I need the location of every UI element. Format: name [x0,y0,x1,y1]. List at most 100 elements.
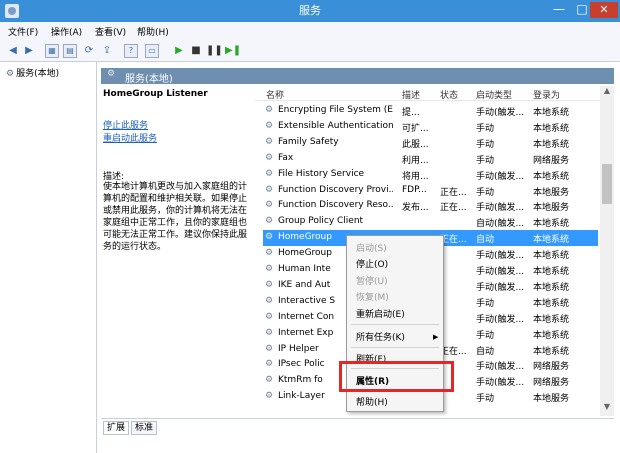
vertical-scrollbar[interactable]: ▲ ▼ [600,86,614,416]
menu-item-pause[interactable]: 暂停(U) [356,274,388,287]
scroll-up-icon[interactable]: ▲ [600,86,614,100]
service-startup-cell: 手动 [476,155,495,166]
gear-icon: ⚙ [265,311,274,322]
service-startup-cell: 手动(触发... [476,251,525,262]
back-arrow-icon[interactable]: ◀ [6,44,20,58]
tab-extended[interactable]: 扩展 [103,421,130,435]
service-startup-cell: 自动 [476,235,495,246]
table-row[interactable]: ⚙ File History Service 将用... 手动(触发... 本地系统 [263,167,598,183]
table-row[interactable]: ⚙ Function Discovery Reso... 发布... 正在... 手动(… [263,198,598,214]
menu-action[interactable]: 操作(A) [51,25,82,38]
pause-icon[interactable]: ❚❚ [206,44,223,58]
console-icon[interactable]: ▭ [145,44,159,58]
start-icon[interactable]: ▶ [172,44,186,58]
menu-help[interactable]: 帮助(H) [137,25,169,38]
service-name: HomeGroup Listener [103,89,208,99]
service-logon-cell: 本地系统 [533,108,570,118]
gear-icon: ⚙ [265,136,274,147]
service-startup-cell: 手动 [476,298,495,309]
service-logon-cell: 本地服务 [533,187,570,198]
table-row[interactable]: ⚙ Extensible Authentication... 可扩... 手动 本地系统 [263,119,598,135]
table-row[interactable]: ⚙ Function Discovery Provi... FDP... 正在... 手… [263,183,598,199]
toolbar: ◀ ▶ ▦ ▤ ⟳ ⇪ ? ▭ ▶ ■ ❚❚ ▶❚ [0,41,620,62]
table-row[interactable]: ⚙ Fax 利用... 手动 网络服务 [263,151,598,167]
tab-standard[interactable]: 标准 [131,421,158,435]
service-description-cell: 发布... [402,203,429,214]
scroll-down-icon[interactable]: ▼ [600,402,614,416]
gear-icon: ⚙ [265,120,274,131]
service-logon-cell: 本地系统 [533,298,570,309]
service-startup-cell: 手动(触发... [476,203,525,214]
menu-item-resume[interactable]: 恢复(M) [356,290,389,303]
menu-item-all-tasks[interactable]: 所有任务(K) [356,330,405,343]
service-name-cell: Fax [278,152,294,163]
service-logon-cell: 本地系统 [533,139,570,150]
menu-item-restart[interactable]: 重新启动(E) [356,307,405,320]
gear-icon: ⚙ [265,232,274,243]
menu-view[interactable]: 查看(V) [95,25,126,38]
gear-icon: ⚙ [265,184,274,195]
column-header-logon-as[interactable]: 登录为 [533,88,560,101]
service-name-cell: Extensible Authentication... [278,120,393,131]
tree-item-services-local[interactable]: ⚙ 服务(本地) [6,66,59,79]
scrollbar-thumb[interactable] [602,164,612,204]
service-description-cell: 利用... [402,155,429,166]
service-logon-cell: 本地系统 [533,314,570,325]
tree-view-icon[interactable]: ▦ [45,44,59,58]
window-title: 服务 [299,4,321,17]
restart-icon[interactable]: ▶❚ [225,44,241,58]
menu-bar: 文件(F) 操作(A) 查看(V) 帮助(H) [0,22,620,42]
gear-icon: ⚙ [107,69,116,79]
service-startup-cell: 手动(触发... [476,314,525,325]
column-header-name[interactable]: 名称 [266,88,284,101]
maximize-button[interactable]: □ [572,2,592,18]
restart-service-link[interactable]: 重启动此服务 [103,131,157,144]
service-startup-cell: 手动(触发... [476,267,525,277]
view-tabs: 扩展 标准 [101,418,614,435]
tree-item-label: 服务(本地) [16,69,60,79]
gear-icon: ⚙ [265,359,274,370]
forward-arrow-icon[interactable]: ▶ [22,44,36,58]
service-name-cell: Encrypting File System (E... [278,105,393,115]
service-logon-cell: 本地系统 [533,123,570,134]
table-row[interactable]: ⚙ Family Safety 此服... 手动 本地系统 [263,135,598,151]
service-name-cell: Group Policy Client [278,216,364,227]
export-icon[interactable]: ⇪ [100,44,114,58]
gear-icon: ⚙ [265,168,274,179]
menu-item-start[interactable]: 启动(S) [356,241,387,254]
stop-icon[interactable]: ■ [189,44,203,58]
refresh-icon[interactable]: ⟳ [82,44,96,58]
column-header-status[interactable]: 状态 [440,88,458,101]
column-header-startup-type[interactable]: 启动类型 [476,88,512,101]
service-startup-cell: 手动(触发... [476,362,525,373]
column-header-description[interactable]: 描述 [402,88,420,101]
service-logon-cell: 本地系统 [533,267,570,277]
menu-file[interactable]: 文件(F) [8,25,38,38]
help-icon[interactable]: ? [124,44,138,58]
menu-separator [351,347,439,348]
service-startup-cell: 手动 [476,394,495,405]
service-logon-cell: 本地系统 [533,282,570,293]
menu-item-stop[interactable]: 停止(O) [356,257,388,270]
minimize-button[interactable]: — [549,2,569,18]
gear-icon: ⚙ [265,264,274,274]
properties-highlight-box [339,361,454,392]
list-view-icon[interactable]: ▤ [63,44,77,58]
description-text: 使本地计算机更改与加入家庭组的计 算机的配置和维护相关联。如果停止 或禁用此服务… [103,182,248,252]
service-startup-cell: 手动(触发... [476,282,525,293]
service-name-cell: Function Discovery Reso... [278,200,393,211]
service-name-cell: File History Service [278,168,365,179]
gear-icon: ⚙ [265,216,274,227]
gear-icon: ⚙ [265,327,274,338]
table-row[interactable]: ⚙ Group Policy Client 自动(触发... 本地系统 [263,214,598,230]
panel-title: 服务(本地) [125,74,173,85]
close-button[interactable]: ✕ [590,2,618,18]
menu-item-help[interactable]: 帮助(H) [356,395,388,408]
table-row[interactable]: ⚙ Encrypting File System (E... 提... 手动(触发..… [263,103,598,119]
service-description-cell: 将用... [402,171,429,182]
service-startup-cell: 手动 [476,330,495,341]
service-startup-cell: 手动 [476,123,495,134]
service-logon-cell: 本地系统 [533,171,570,182]
stop-service-link[interactable]: 停止此服务 [103,118,148,131]
service-startup-cell: 手动 [476,139,495,150]
